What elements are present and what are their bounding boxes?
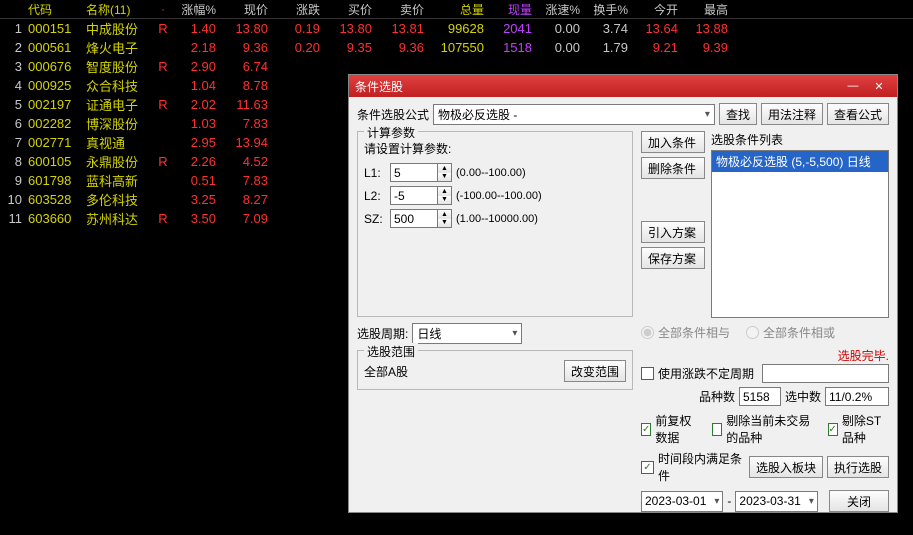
scope-legend: 选股范围 [364,343,418,360]
formula-label: 条件选股公式 [357,106,429,123]
radio-and[interactable]: 全部条件相与 [641,324,730,341]
status-done: 选股完毕. [641,347,889,364]
sz-spinner[interactable]: ▲▼ [390,209,452,228]
col-price[interactable]: 现价 [222,1,274,18]
grid-header: 代码 名称(11) · 涨幅% 现价 涨跌 买价 卖价 总量 现量 涨速% 换手… [0,0,913,19]
col-bid[interactable]: 买价 [326,1,378,18]
change-scope-button[interactable]: 改变范围 [564,360,626,382]
remove-notrade-checkbox[interactable] [712,423,722,436]
close-icon[interactable]: ✕ [867,78,891,94]
table-row[interactable]: 2 000561 烽火电子 2.18 9.36 0.20 9.35 9.36 1… [0,38,913,57]
hit-field: 11/0.2% [825,387,889,406]
col-turn[interactable]: 换手% [586,1,634,18]
minimize-icon[interactable]: — [841,78,865,94]
count-field: 5158 [739,387,781,406]
col-high[interactable]: 最高 [684,1,734,18]
condition-dialog: 条件选股 — ✕ 条件选股公式 物极必反选股 - 查找 用法注释 查看公式 计算… [348,74,898,513]
save-plan-button[interactable]: 保存方案 [641,247,705,269]
calc-legend: 计算参数 [364,124,418,141]
usage-button[interactable]: 用法注释 [761,103,823,125]
into-board-button[interactable]: 选股入板块 [749,456,823,478]
load-plan-button[interactable]: 引入方案 [641,221,705,243]
radio-or[interactable]: 全部条件相或 [746,324,835,341]
col-code[interactable]: 代码 [28,1,86,18]
col-cur[interactable]: 现量 [490,1,538,18]
fq-checkbox[interactable]: ✓ [641,423,651,436]
close-button[interactable]: 关闭 [829,490,889,512]
date-from[interactable]: 2023-03-01 [641,491,723,512]
condition-list[interactable]: 物极必反选股 (5,-5,500) 日线 [711,150,889,318]
period-combo[interactable]: 日线 [412,323,522,344]
l1-spinner[interactable]: ▲▼ [390,163,452,182]
col-chg[interactable]: 涨跌 [274,1,326,18]
period-label: 选股周期: [357,325,408,342]
uncertain-checkbox[interactable] [641,367,654,380]
table-row[interactable]: 1 000151 中成股份 R 1.40 13.80 0.19 13.80 13… [0,19,913,38]
col-open[interactable]: 今开 [634,1,684,18]
condition-list-label: 选股条件列表 [711,131,889,148]
col-vol[interactable]: 总量 [430,1,490,18]
col-name[interactable]: 名称(11) [86,1,156,18]
scope-value: 全部A股 [364,363,408,380]
date-to[interactable]: 2023-03-31 [735,491,817,512]
formula-combo[interactable]: 物极必反选股 - [433,104,715,125]
view-formula-button[interactable]: 查看公式 [827,103,889,125]
uncertain-input[interactable] [762,364,889,383]
list-item[interactable]: 物极必反选股 (5,-5,500) 日线 [712,151,888,172]
col-pct[interactable]: 涨幅% [170,1,222,18]
remove-st-checkbox[interactable]: ✓ [828,423,838,436]
col-spd[interactable]: 涨速% [538,1,586,18]
add-condition-button[interactable]: 加入条件 [641,131,705,153]
dialog-titlebar[interactable]: 条件选股 — ✕ [349,75,897,97]
dialog-title: 条件选股 [355,78,403,95]
calc-hint: 请设置计算参数: [364,140,626,157]
find-button[interactable]: 查找 [719,103,757,125]
l2-spinner[interactable]: ▲▼ [390,186,452,205]
execute-button[interactable]: 执行选股 [827,456,889,478]
timerange-checkbox[interactable]: ✓ [641,461,654,474]
col-ask[interactable]: 卖价 [378,1,430,18]
delete-condition-button[interactable]: 删除条件 [641,157,705,179]
